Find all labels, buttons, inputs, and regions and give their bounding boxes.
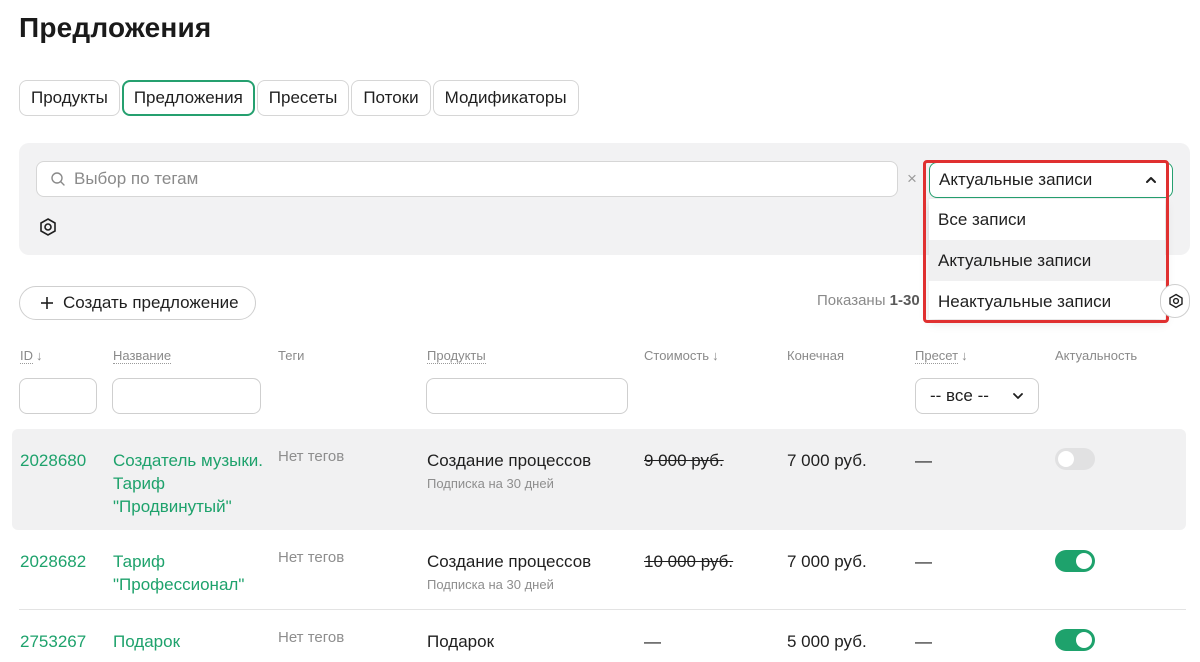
row-product: Создание процессов — [427, 552, 592, 571]
row-id-link[interactable]: 2028682 — [20, 550, 86, 573]
status-select-value: Актуальные записи — [939, 170, 1093, 189]
row-preset: — — [915, 632, 932, 651]
filter-settings-icon[interactable] — [38, 217, 58, 237]
row-final-price: 7 000 руб. — [787, 552, 867, 571]
active-toggle[interactable] — [1055, 629, 1095, 651]
active-toggle[interactable] — [1055, 550, 1095, 572]
header-tags: Теги — [278, 348, 305, 363]
tab-flows[interactable]: Потоки — [351, 80, 431, 116]
row-tags: Нет тегов — [278, 629, 345, 646]
tag-search-input[interactable] — [72, 168, 876, 190]
products-filter-input[interactable] — [426, 378, 628, 414]
shown-count: Показаны 1-30 — [817, 292, 920, 309]
page-title: Предложения — [19, 12, 212, 43]
row-product: Подарок — [427, 632, 495, 651]
row-preset: — — [915, 552, 932, 571]
toggle-knob — [1076, 632, 1092, 648]
row-name-link[interactable]: Тариф "Профессионал" — [113, 550, 273, 596]
chevron-up-icon — [1146, 177, 1156, 183]
preset-filter-select[interactable]: -- все -- — [915, 378, 1039, 414]
gear-icon — [1169, 293, 1183, 309]
row-final-price: 5 000 руб. — [787, 632, 867, 651]
create-offer-label: Создать предложение — [63, 293, 239, 312]
header-products[interactable]: Продукты — [427, 348, 486, 364]
header-id[interactable]: ID ↓ — [20, 348, 43, 364]
sort-arrow-icon: ↓ — [961, 348, 968, 363]
tab-modifiers[interactable]: Модификаторы — [432, 80, 579, 116]
option-inactual-records[interactable]: Неактуальные записи — [929, 281, 1165, 322]
section-tabs: Продукты Предложения Пресеты Потоки Моди… — [19, 80, 579, 116]
row-id-link[interactable]: 2753267 — [20, 630, 86, 653]
create-offer-button[interactable]: Создать предложение — [19, 286, 256, 320]
row-divider — [19, 609, 1186, 610]
header-final: Конечная — [787, 348, 845, 363]
row-id-link[interactable]: 2028680 — [20, 449, 86, 472]
sort-arrow-icon: ↓ — [712, 348, 719, 363]
tab-products[interactable]: Продукты — [19, 80, 120, 116]
row-cost: — — [644, 632, 661, 651]
row-cost: 10 000 руб. — [644, 552, 734, 571]
id-filter-input[interactable] — [19, 378, 97, 414]
row-final-price: 7 000 руб. — [787, 451, 867, 470]
header-active: Актуальность — [1055, 348, 1138, 363]
option-actual-records[interactable]: Актуальные записи — [929, 240, 1165, 281]
row-product-sub: Подписка на 30 дней — [427, 476, 554, 491]
row-preset: — — [915, 451, 932, 470]
name-filter-input[interactable] — [112, 378, 261, 414]
toggle-knob — [1076, 553, 1092, 569]
tab-presets[interactable]: Пресеты — [256, 80, 350, 116]
header-cost[interactable]: Стоимость ↓ — [644, 348, 719, 363]
active-toggle[interactable] — [1055, 448, 1095, 470]
status-dropdown: Все записи Актуальные записи Неактуальны… — [929, 199, 1165, 319]
tag-search-field[interactable] — [36, 161, 898, 197]
status-select[interactable]: Актуальные записи — [929, 162, 1173, 198]
option-all-records[interactable]: Все записи — [929, 199, 1165, 240]
search-icon — [51, 172, 65, 186]
chevron-down-icon — [1013, 393, 1023, 399]
row-cost: 9 000 руб. — [644, 451, 724, 470]
row-tags: Нет тегов — [278, 549, 345, 566]
plus-icon — [41, 297, 53, 309]
row-name-link[interactable]: Создатель музыки. Тариф "Продвинутый" — [113, 449, 263, 518]
toggle-knob — [1058, 451, 1074, 467]
table-settings-button[interactable] — [1160, 284, 1190, 318]
row-product: Создание процессов — [427, 451, 592, 470]
row-name-link[interactable]: Подарок — [113, 630, 180, 653]
header-name[interactable]: Название — [113, 348, 172, 364]
tab-offers[interactable]: Предложения — [121, 80, 255, 116]
header-preset[interactable]: Пресет ↓ — [915, 348, 968, 364]
sort-arrow-icon: ↓ — [36, 348, 43, 363]
shown-range: 1-30 — [889, 292, 920, 309]
row-tags: Нет тегов — [278, 448, 345, 465]
clear-tags-icon[interactable]: × — [907, 170, 917, 188]
row-product-sub: Подписка на 30 дней — [427, 577, 554, 592]
